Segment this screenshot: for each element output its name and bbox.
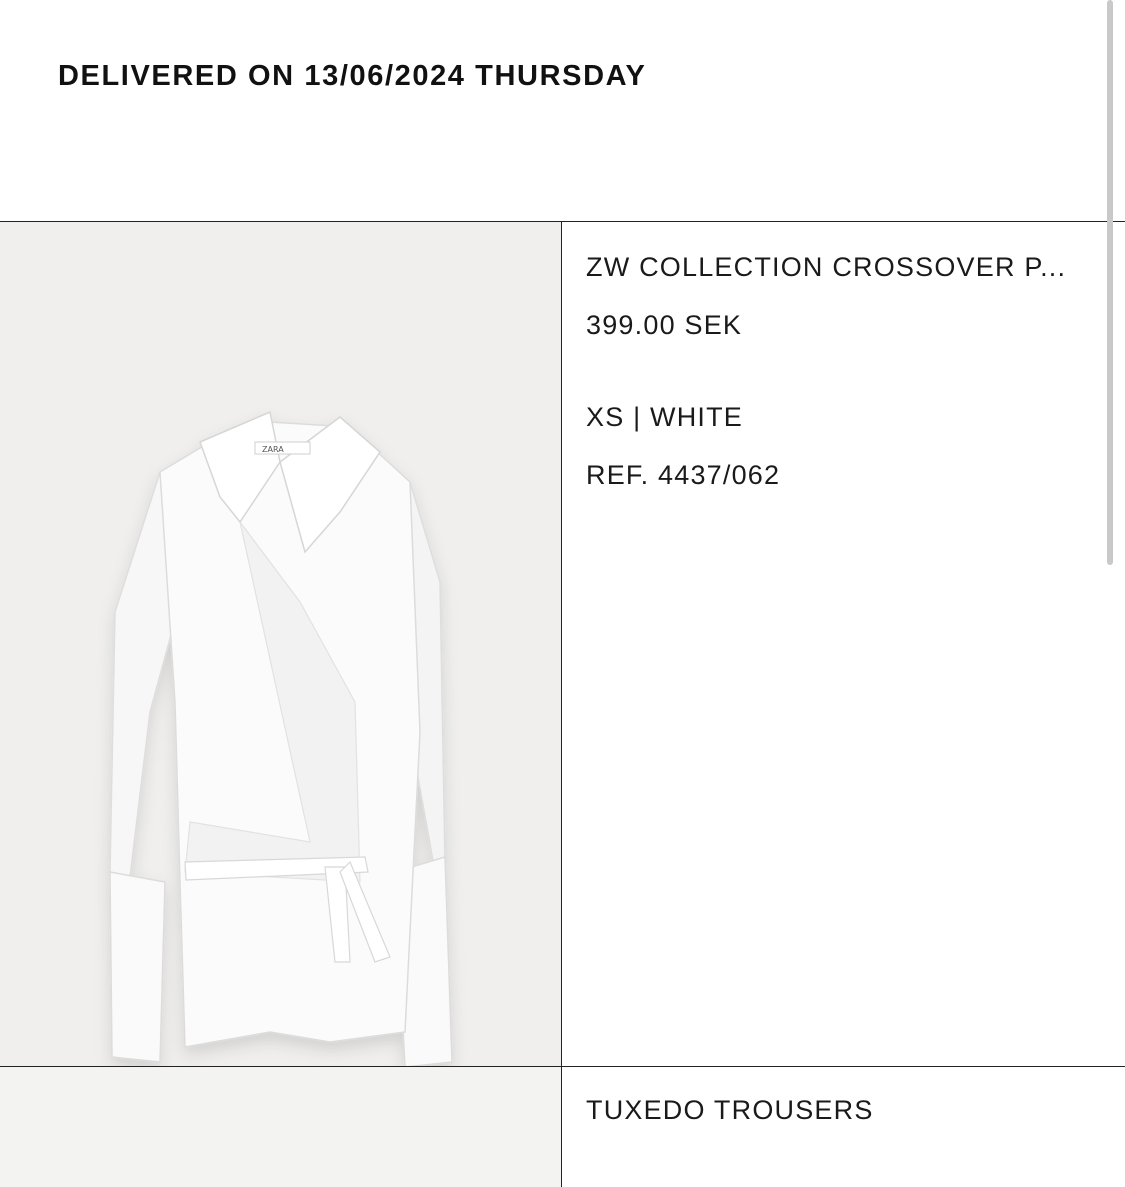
product-name[interactable]: ZW COLLECTION CROSSOVER P...: [586, 252, 1066, 283]
product-price: 399.00 SEK: [586, 310, 743, 340]
delivery-header: DELIVERED ON 13/06/2024 THURSDAY: [0, 0, 1125, 222]
product-name[interactable]: TUXEDO TROUSERS: [586, 1095, 874, 1126]
product-image[interactable]: [0, 1067, 562, 1187]
order-item[interactable]: ZARA ZW COLLECTION CROSSOVER P... 399.00…: [0, 222, 1125, 1067]
tuxedo-trousers-image: [0, 1067, 561, 1187]
white-crossover-shirt-image: ZARA: [109, 410, 453, 1066]
svg-text:ZARA: ZARA: [262, 445, 284, 454]
product-image[interactable]: ZARA: [0, 222, 562, 1066]
product-size-color: XS | WHITE: [586, 402, 744, 432]
product-reference: REF. 4437/062: [586, 460, 781, 490]
scrollbar[interactable]: [1107, 0, 1125, 1125]
scrollbar-thumb[interactable]: [1107, 0, 1113, 565]
order-item[interactable]: TUXEDO TROUSERS: [0, 1067, 1125, 1187]
delivery-status-title: DELIVERED ON 13/06/2024 THURSDAY: [58, 60, 647, 92]
